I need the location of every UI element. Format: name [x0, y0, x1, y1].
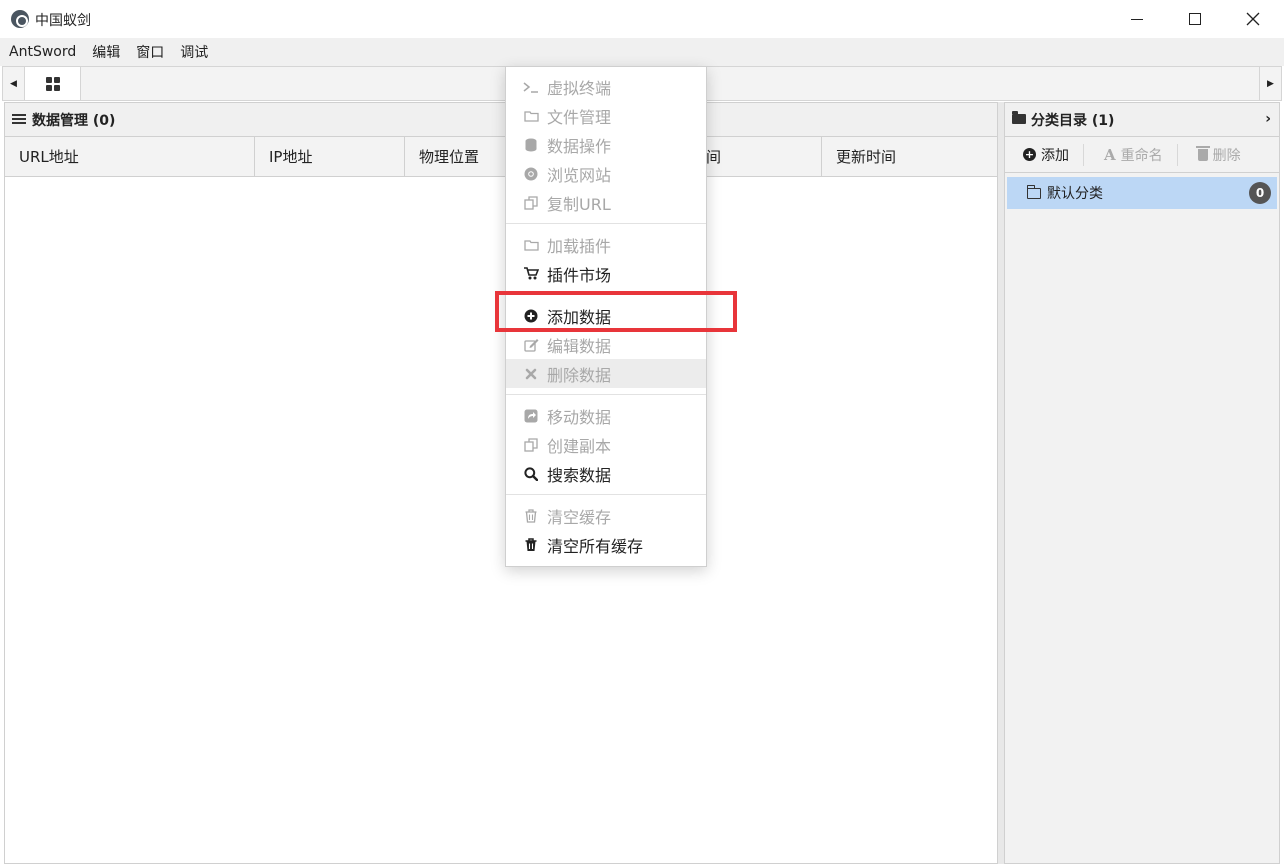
trash-icon	[523, 508, 539, 524]
menu-item-label: 文件管理	[547, 107, 612, 127]
menu-item-label: 复制URL	[547, 194, 611, 214]
column-updated[interactable]: 更新时间	[822, 137, 994, 176]
category-toolbar: + 添加 A 重命名 删除	[1005, 137, 1279, 173]
title-bar: 中国蚁剑	[0, 0, 1284, 38]
tab-scroll-left-button[interactable]: ◀	[3, 67, 25, 100]
menu-item-label: 加载插件	[547, 236, 612, 256]
category-count-badge: 0	[1249, 182, 1271, 204]
menu-item-label: 删除数据	[547, 365, 612, 385]
grid-icon	[45, 76, 60, 91]
column-ip[interactable]: IP地址	[255, 137, 405, 176]
menu-item-label: 清空缓存	[547, 507, 612, 527]
menu-separator	[506, 494, 706, 495]
folder-icon	[1027, 184, 1041, 199]
tab-home[interactable]	[25, 67, 81, 100]
menu-item-label: 插件市场	[547, 265, 612, 285]
maximize-button[interactable]	[1166, 0, 1224, 38]
menu-item-search-data[interactable]: 搜索数据	[506, 459, 706, 488]
menu-edit[interactable]: 编辑	[92, 42, 120, 62]
maximize-icon	[1189, 13, 1201, 25]
menu-item-label: 浏览网站	[547, 165, 612, 185]
category-item-default[interactable]: 默认分类 0	[1007, 177, 1277, 209]
trash-icon	[523, 537, 539, 553]
menu-item-plugin-market[interactable]: 插件市场	[506, 259, 706, 288]
menu-item-database[interactable]: 数据操作	[506, 130, 706, 159]
close-icon	[523, 366, 539, 382]
menu-item-label: 数据操作	[547, 136, 612, 156]
folder-icon	[1012, 110, 1026, 124]
delete-category-button[interactable]: 删除	[1178, 137, 1255, 172]
menu-item-label: 创建副本	[547, 436, 612, 456]
folder-icon	[523, 237, 539, 253]
table-body[interactable]	[5, 177, 997, 863]
data-manager-panel: 数据管理 (0) URL地址 IP地址 物理位置 创建时间 更新时间	[4, 102, 998, 864]
category-item-label: 默认分类	[1047, 186, 1103, 202]
menu-item-label: 清空所有缓存	[547, 536, 644, 556]
menu-item-label: 编辑数据	[547, 336, 612, 356]
window-title: 中国蚁剑	[35, 13, 91, 29]
font-icon: A	[1104, 145, 1116, 164]
plus-circle-icon: +	[1023, 148, 1036, 161]
tab-scroll-right-button[interactable]: ▶	[1259, 67, 1281, 100]
folder-icon	[523, 108, 539, 124]
menu-item-move-data[interactable]: 移动数据	[506, 401, 706, 430]
edit-icon	[523, 337, 539, 353]
menu-item-clear-all-cache[interactable]: 清空所有缓存	[506, 530, 706, 559]
menu-item-copy-url[interactable]: 复制URL	[506, 188, 706, 217]
app-logo-icon	[11, 10, 29, 28]
add-category-label: 添加	[1041, 147, 1069, 164]
close-icon	[1246, 12, 1260, 26]
menu-debug[interactable]: 调试	[180, 42, 208, 62]
rename-category-label: 重命名	[1120, 147, 1163, 164]
menu-item-edit-data[interactable]: 编辑数据	[506, 330, 706, 359]
menu-item-load-plugin[interactable]: 加载插件	[506, 230, 706, 259]
database-icon	[523, 137, 539, 153]
menu-antsword[interactable]: AntSword	[9, 44, 76, 60]
menu-item-delete-data[interactable]: 删除数据	[506, 359, 706, 388]
menu-window[interactable]: 窗口	[136, 42, 164, 62]
cart-icon	[523, 266, 539, 282]
trash-icon	[1195, 145, 1210, 161]
data-manager-title: 数据管理 (0)	[32, 112, 116, 129]
copy-icon	[523, 437, 539, 453]
menu-separator	[506, 223, 706, 224]
copy-icon	[523, 195, 539, 211]
highlight-annotation	[495, 291, 737, 332]
category-title: 分类目录 (1)	[1031, 112, 1115, 129]
menu-item-clear-cache[interactable]: 清空缓存	[506, 501, 706, 530]
close-button[interactable]	[1224, 0, 1282, 38]
menu-item-label: 移动数据	[547, 407, 612, 427]
add-category-button[interactable]: + 添加	[1005, 137, 1083, 172]
minimize-icon	[1131, 18, 1143, 20]
menu-item-duplicate[interactable]: 创建副本	[506, 430, 706, 459]
share-icon	[523, 408, 539, 424]
menu-item-browse-site[interactable]: 浏览网站	[506, 159, 706, 188]
menu-separator	[506, 394, 706, 395]
menu-item-terminal[interactable]: 虚拟终端	[506, 72, 706, 101]
list-icon	[12, 114, 26, 125]
rename-category-button[interactable]: A 重命名	[1084, 137, 1177, 172]
chevron-right-icon[interactable]: ›	[1265, 111, 1271, 127]
menu-item-label: 搜索数据	[547, 465, 612, 485]
delete-category-label: 删除	[1212, 147, 1241, 164]
data-manager-header: 数据管理 (0)	[5, 103, 997, 137]
category-panel: 分类目录 (1) › + 添加 A 重命名 删除 默认分类 0	[1004, 102, 1280, 864]
chrome-icon	[523, 166, 539, 182]
menu-item-label: 虚拟终端	[547, 78, 612, 98]
menu-item-file-manager[interactable]: 文件管理	[506, 101, 706, 130]
terminal-icon	[523, 79, 539, 95]
search-icon	[523, 466, 539, 482]
category-header: 分类目录 (1) ›	[1005, 103, 1279, 137]
table-header: URL地址 IP地址 物理位置 创建时间 更新时间	[5, 137, 997, 177]
column-url[interactable]: URL地址	[5, 137, 255, 176]
minimize-button[interactable]	[1108, 0, 1166, 38]
menu-bar: AntSword 编辑 窗口 调试	[0, 38, 1284, 66]
